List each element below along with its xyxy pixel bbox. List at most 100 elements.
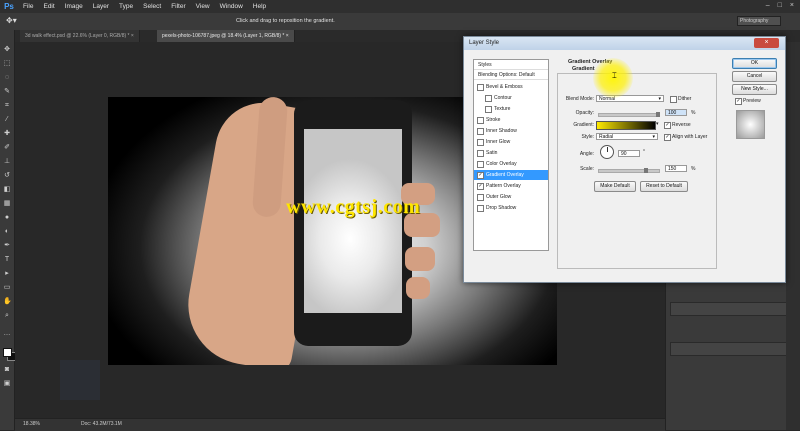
style-item[interactable]: Inner Shadow: [474, 126, 548, 136]
shape-icon[interactable]: ▭: [3, 284, 11, 292]
style-checkbox[interactable]: [477, 183, 484, 190]
style-item[interactable]: Texture: [474, 104, 548, 114]
maximize-icon[interactable]: □: [778, 2, 782, 9]
style-item[interactable]: Pattern Overlay: [474, 181, 548, 191]
style-checkbox[interactable]: [477, 117, 484, 124]
preview-checkbox[interactable]: [735, 98, 742, 105]
style-select[interactable]: Radial ▾: [596, 133, 658, 140]
scale-input[interactable]: 150: [665, 165, 687, 172]
brush-icon[interactable]: ✐: [3, 144, 11, 152]
menu-filter[interactable]: Filter: [166, 3, 190, 10]
screen-mode-icon[interactable]: ▣: [3, 380, 11, 388]
foreground-color-swatch[interactable]: [3, 348, 12, 357]
cancel-button[interactable]: Cancel: [732, 71, 777, 82]
opacity-slider[interactable]: [598, 113, 660, 117]
scale-slider[interactable]: [598, 169, 660, 173]
move-tool-icon[interactable]: ✥▾: [6, 16, 17, 25]
style-checkbox[interactable]: [477, 84, 484, 91]
workspace-select[interactable]: Photography: [737, 16, 781, 26]
style-checkbox[interactable]: [485, 95, 492, 102]
style-item[interactable]: Satin: [474, 148, 548, 158]
dither-checkbox[interactable]: [670, 96, 677, 103]
reverse-checkbox[interactable]: [664, 122, 671, 129]
angle-label: Angle:: [579, 151, 594, 157]
tab-close-icon[interactable]: ×: [131, 33, 134, 39]
close-window-icon[interactable]: ×: [790, 2, 794, 9]
menu-help[interactable]: Help: [248, 3, 271, 10]
tools-panel: ✥ ⬚ ◌ ✎ ⌗ ⁄ ✚ ✐ ⊥ ↺ ◧ ▦ ● ◐ ✒ T ▸ ▭ ✋ ⌕ …: [0, 30, 16, 430]
style-item[interactable]: Inner Glow: [474, 137, 548, 147]
eraser-icon[interactable]: ◧: [3, 186, 11, 194]
styles-list: Styles Blending Options: Default Bevel &…: [473, 59, 549, 251]
opacity-slider-thumb[interactable]: [656, 112, 660, 117]
menu-image[interactable]: Image: [60, 3, 88, 10]
gradient-picker[interactable]: [596, 121, 656, 130]
zoom-icon[interactable]: ⌕: [3, 312, 11, 320]
clone-stamp-icon[interactable]: ⊥: [3, 158, 11, 166]
menu-file[interactable]: File: [18, 3, 38, 10]
close-icon[interactable]: ×: [754, 38, 779, 48]
style-item[interactable]: Color Overlay: [474, 159, 548, 169]
menu-type[interactable]: Type: [114, 3, 138, 10]
quick-mask-icon[interactable]: ◙: [3, 366, 11, 374]
style-item[interactable]: Outer Glow: [474, 192, 548, 202]
menu-layer[interactable]: Layer: [88, 3, 114, 10]
more-tools-icon[interactable]: …: [3, 330, 11, 338]
style-item[interactable]: Stroke: [474, 115, 548, 125]
blending-options[interactable]: Blending Options: Default: [474, 70, 548, 80]
style-checkbox[interactable]: [485, 106, 492, 113]
ok-button[interactable]: OK: [732, 58, 777, 69]
scale-slider-thumb[interactable]: [644, 168, 648, 173]
healing-brush-icon[interactable]: ✚: [3, 130, 11, 138]
menu-window[interactable]: Window: [215, 3, 248, 10]
align-with-layer-checkbox[interactable]: [664, 134, 671, 141]
dodge-icon[interactable]: ◐: [3, 228, 11, 236]
make-default-button[interactable]: Make Default: [594, 181, 636, 192]
style-item[interactable]: Bevel & Emboss: [474, 82, 548, 92]
cursor-icon: ⌶: [612, 71, 617, 80]
crop-icon[interactable]: ⌗: [3, 102, 11, 110]
menu-edit[interactable]: Edit: [38, 3, 59, 10]
style-checkbox[interactable]: [477, 139, 484, 146]
menu-view[interactable]: View: [191, 3, 215, 10]
tab-3d-walk-effect[interactable]: 3d walk effect.psd @ 22.6% (Layer 0, RGB…: [20, 30, 140, 42]
angle-dial[interactable]: [600, 145, 614, 159]
marquee-icon[interactable]: ⬚: [3, 60, 11, 68]
style-item[interactable]: Drop Shadow: [474, 203, 548, 213]
history-brush-icon[interactable]: ↺: [3, 172, 11, 180]
reset-to-default-button[interactable]: Reset to Default: [640, 181, 688, 192]
move-icon[interactable]: ✥: [3, 46, 11, 54]
pen-icon[interactable]: ✒: [3, 242, 11, 250]
style-checkbox[interactable]: [477, 128, 484, 135]
quick-select-icon[interactable]: ✎: [3, 88, 11, 96]
style-checkbox[interactable]: [477, 150, 484, 157]
panel-strip[interactable]: [670, 342, 799, 356]
tab-pexels-photo[interactable]: pexels-photo-106787.jpeg @ 18.4% (Layer …: [157, 30, 295, 42]
style-item[interactable]: Contour: [474, 93, 548, 103]
eyedropper-icon[interactable]: ⁄: [3, 116, 11, 124]
gradient-icon[interactable]: ▦: [3, 200, 11, 208]
zoom-level[interactable]: 18.38%: [23, 421, 40, 427]
blur-icon[interactable]: ●: [3, 214, 11, 222]
chevron-down-icon[interactable]: ▾: [656, 121, 659, 127]
path-select-icon[interactable]: ▸: [3, 270, 11, 278]
angle-input[interactable]: 90: [618, 150, 640, 157]
new-style-button[interactable]: New Style...: [732, 84, 777, 95]
style-checkbox[interactable]: [477, 172, 484, 179]
panel-strip[interactable]: [670, 302, 799, 316]
styles-header[interactable]: Styles: [474, 60, 548, 70]
dialog-titlebar[interactable]: Layer Style ×: [464, 37, 785, 50]
lasso-icon[interactable]: ◌: [3, 74, 11, 82]
type-icon[interactable]: T: [3, 256, 11, 264]
tab-close-icon[interactable]: ×: [286, 33, 289, 39]
style-checkbox[interactable]: [477, 194, 484, 201]
style-item-label: Color Overlay: [486, 161, 517, 167]
panel-scrollbar[interactable]: [786, 42, 800, 430]
menu-select[interactable]: Select: [138, 3, 166, 10]
style-checkbox[interactable]: [477, 205, 484, 212]
style-checkbox[interactable]: [477, 161, 484, 168]
minimize-icon[interactable]: –: [766, 2, 770, 9]
style-item[interactable]: Gradient Overlay: [474, 170, 548, 180]
hand-icon[interactable]: ✋: [3, 298, 12, 306]
opacity-input[interactable]: 100: [665, 109, 687, 116]
